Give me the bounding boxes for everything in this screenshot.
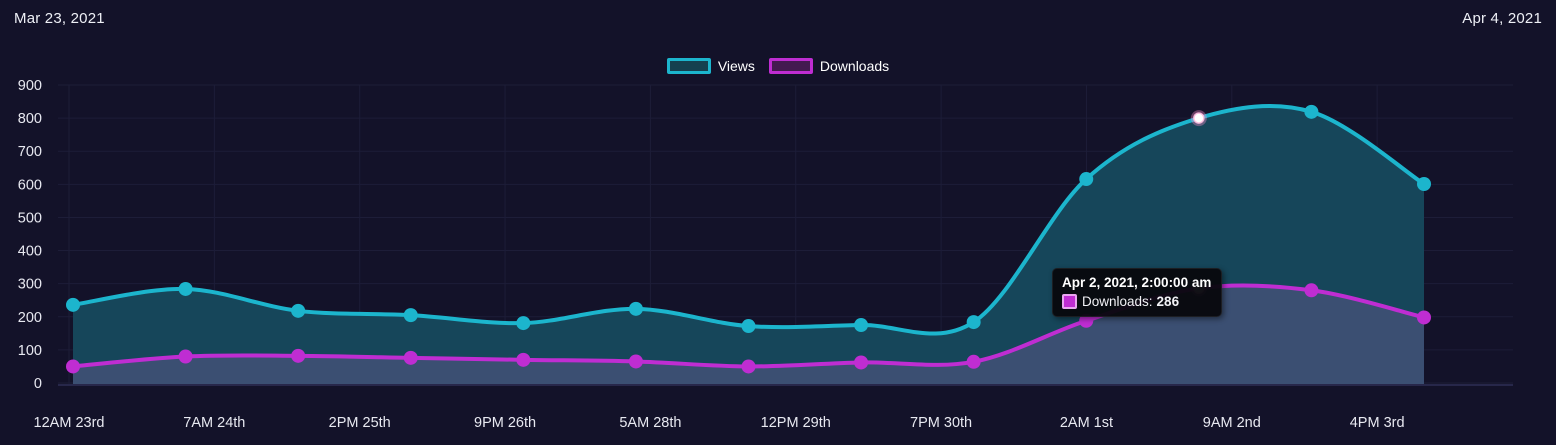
downloads-data-point[interactable] (516, 353, 530, 367)
x-axis-tick-label: 2AM 1st (1060, 415, 1113, 431)
views-data-point[interactable] (291, 304, 305, 318)
views-hover-point[interactable] (1194, 113, 1204, 123)
downloads-data-point[interactable] (179, 350, 193, 364)
tooltip-value: 286 (1157, 294, 1180, 309)
downloads-data-point[interactable] (404, 351, 418, 365)
y-axis-tick-label: 900 (18, 78, 42, 94)
views-data-point[interactable] (854, 318, 868, 332)
y-axis-tick-label: 500 (18, 210, 42, 226)
y-axis-tick-label: 800 (18, 111, 42, 127)
y-axis-tick-label: 200 (18, 310, 42, 326)
downloads-data-point[interactable] (854, 355, 868, 369)
tooltip-series-swatch-icon (1062, 294, 1077, 309)
views-data-point[interactable] (66, 298, 80, 312)
x-axis-tick-label: 7PM 30th (910, 415, 972, 431)
views-data-point[interactable] (1304, 105, 1318, 119)
views-data-point[interactable] (1417, 177, 1431, 191)
y-axis-tick-label: 0 (34, 376, 42, 392)
downloads-data-point[interactable] (629, 354, 643, 368)
tooltip-title: Apr 2, 2021, 2:00:00 am (1062, 275, 1211, 290)
y-axis-tick-label: 400 (18, 244, 42, 260)
y-axis-tick-label: 700 (18, 144, 42, 160)
y-axis-tick-label: 600 (18, 177, 42, 193)
x-axis-tick-label: 9PM 26th (474, 415, 536, 431)
chart-tooltip: Apr 2, 2021, 2:00:00 am Downloads: 286 (1052, 268, 1222, 317)
views-data-point[interactable] (1079, 172, 1093, 186)
downloads-data-point[interactable] (291, 349, 305, 363)
x-axis-tick-label: 4PM 3rd (1350, 415, 1405, 431)
x-axis-tick-label: 7AM 24th (183, 415, 245, 431)
downloads-data-point[interactable] (66, 359, 80, 373)
views-data-point[interactable] (179, 282, 193, 296)
views-data-point[interactable] (741, 319, 755, 333)
views-data-point[interactable] (404, 308, 418, 322)
x-axis-tick-label: 2PM 25th (329, 415, 391, 431)
tooltip-series-row: Downloads: 286 (1062, 294, 1211, 309)
x-axis-tick-label: 12PM 29th (761, 415, 831, 431)
x-axis-tick-label: 12AM 23rd (34, 415, 105, 431)
downloads-data-point[interactable] (967, 355, 981, 369)
x-axis-tick-label: 9AM 2nd (1203, 415, 1261, 431)
analytics-chart-panel: Mar 23, 2021 Apr 4, 2021 Views Downloads… (0, 0, 1556, 445)
area-chart-canvas[interactable]: 900 800 700 600 500 400 300 200 100 0 12AM 23rd 7AM… (0, 0, 1556, 445)
views-data-point[interactable] (629, 302, 643, 316)
downloads-data-point[interactable] (741, 359, 755, 373)
downloads-data-point[interactable] (1417, 310, 1431, 324)
y-axis-tick-label: 100 (18, 343, 42, 359)
views-data-point[interactable] (967, 315, 981, 329)
views-data-point[interactable] (516, 316, 530, 330)
downloads-data-point[interactable] (1304, 283, 1318, 297)
x-axis-tick-label: 5AM 28th (619, 415, 681, 431)
y-axis-tick-label: 300 (18, 277, 42, 293)
tooltip-series-label: Downloads: (1082, 294, 1153, 309)
